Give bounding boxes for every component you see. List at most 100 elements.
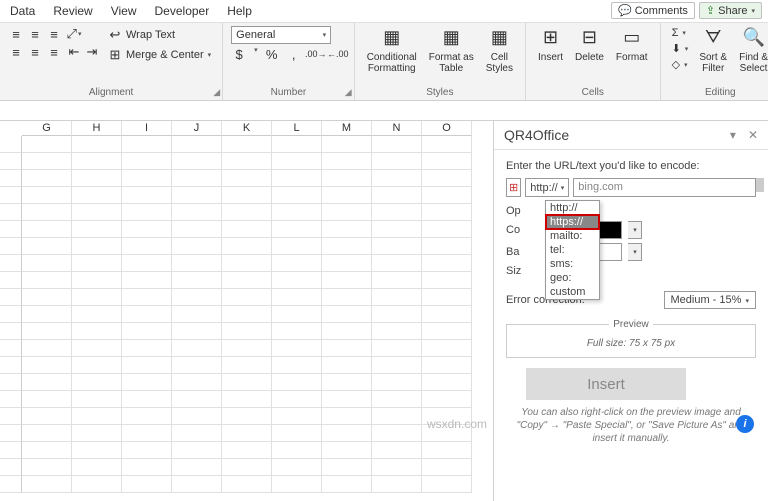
dropdown-option[interactable]: sms: bbox=[546, 257, 599, 271]
cell[interactable] bbox=[272, 408, 322, 425]
percent-icon[interactable]: % bbox=[264, 46, 280, 62]
cell[interactable] bbox=[22, 238, 72, 255]
dropdown-option[interactable]: geo: bbox=[546, 271, 599, 285]
wrap-text-button[interactable]: ↩Wrap Text bbox=[104, 26, 214, 44]
merge-center-button[interactable]: ⊞Merge & Center▾ bbox=[104, 46, 214, 64]
cell[interactable] bbox=[422, 323, 472, 340]
cell[interactable] bbox=[122, 187, 172, 204]
delete-cells-button[interactable]: ⊟Delete bbox=[571, 26, 608, 65]
cell[interactable] bbox=[272, 357, 322, 374]
comma-icon[interactable]: , bbox=[286, 46, 302, 62]
cell[interactable] bbox=[222, 425, 272, 442]
cell[interactable] bbox=[172, 187, 222, 204]
cell[interactable] bbox=[72, 323, 122, 340]
cell[interactable] bbox=[122, 476, 172, 493]
cell[interactable] bbox=[72, 459, 122, 476]
cell[interactable] bbox=[22, 357, 72, 374]
share-button[interactable]: ⇪Share▾ bbox=[699, 2, 762, 19]
ecc-select[interactable]: Medium - 15% ▾ bbox=[664, 291, 757, 309]
cell[interactable] bbox=[372, 204, 422, 221]
cell[interactable] bbox=[72, 170, 122, 187]
cell[interactable] bbox=[272, 459, 322, 476]
cell[interactable] bbox=[322, 187, 372, 204]
menu-view[interactable]: View bbox=[111, 4, 137, 18]
cell[interactable] bbox=[222, 323, 272, 340]
align-bot-icon[interactable]: ≡ bbox=[46, 26, 62, 42]
cell[interactable] bbox=[72, 187, 122, 204]
column-header[interactable]: M bbox=[322, 121, 372, 136]
color-picker-button[interactable]: ▾ bbox=[628, 243, 642, 261]
cell[interactable] bbox=[322, 289, 372, 306]
pane-close-button[interactable]: ✕ bbox=[748, 128, 758, 142]
align-top-icon[interactable]: ≡ bbox=[8, 26, 24, 42]
cell[interactable] bbox=[172, 153, 222, 170]
cell[interactable] bbox=[272, 187, 322, 204]
cell[interactable] bbox=[22, 340, 72, 357]
cell[interactable] bbox=[222, 391, 272, 408]
cell[interactable] bbox=[422, 340, 472, 357]
cell[interactable] bbox=[272, 425, 322, 442]
cell[interactable] bbox=[372, 442, 422, 459]
indent-dec-icon[interactable]: ⇤ bbox=[66, 44, 82, 60]
cell[interactable] bbox=[422, 374, 472, 391]
align-right-icon[interactable]: ≡ bbox=[46, 44, 62, 60]
dropdown-option[interactable]: tel: bbox=[546, 243, 599, 257]
cell[interactable] bbox=[72, 442, 122, 459]
cell[interactable] bbox=[122, 204, 172, 221]
cell[interactable] bbox=[272, 476, 322, 493]
cell[interactable] bbox=[322, 170, 372, 187]
format-cells-button[interactable]: ▭Format bbox=[612, 26, 652, 65]
cell[interactable] bbox=[372, 408, 422, 425]
cell[interactable] bbox=[22, 425, 72, 442]
cell[interactable] bbox=[322, 340, 372, 357]
cell[interactable] bbox=[172, 391, 222, 408]
cell[interactable] bbox=[172, 340, 222, 357]
cell[interactable] bbox=[422, 289, 472, 306]
cell[interactable] bbox=[372, 306, 422, 323]
cell[interactable] bbox=[22, 476, 72, 493]
dec-decimal-icon[interactable]: ←.00 bbox=[330, 46, 346, 62]
cell[interactable] bbox=[272, 374, 322, 391]
cell[interactable] bbox=[272, 153, 322, 170]
column-header[interactable]: O bbox=[422, 121, 472, 136]
cell[interactable] bbox=[172, 255, 222, 272]
comments-button[interactable]: 💬Comments bbox=[611, 2, 695, 19]
cell[interactable] bbox=[172, 170, 222, 187]
cell[interactable] bbox=[322, 323, 372, 340]
cell[interactable] bbox=[72, 374, 122, 391]
cell[interactable] bbox=[372, 425, 422, 442]
cell[interactable] bbox=[122, 442, 172, 459]
cell[interactable] bbox=[222, 272, 272, 289]
cell[interactable] bbox=[22, 306, 72, 323]
cell[interactable] bbox=[122, 238, 172, 255]
cell[interactable] bbox=[22, 442, 72, 459]
dropdown-option[interactable]: http:// bbox=[546, 201, 599, 215]
cell[interactable] bbox=[222, 255, 272, 272]
cell[interactable] bbox=[72, 153, 122, 170]
cell[interactable] bbox=[422, 476, 472, 493]
cell[interactable] bbox=[422, 459, 472, 476]
cell[interactable] bbox=[122, 255, 172, 272]
cell[interactable] bbox=[22, 374, 72, 391]
cell[interactable] bbox=[22, 170, 72, 187]
autosum-button[interactable]: Σ▾ bbox=[669, 26, 692, 40]
cell[interactable] bbox=[322, 221, 372, 238]
find-select-button[interactable]: 🔍Find & Select bbox=[735, 26, 768, 76]
pane-menu-button[interactable]: ▾ bbox=[730, 128, 736, 142]
cell[interactable] bbox=[222, 357, 272, 374]
cell[interactable] bbox=[172, 238, 222, 255]
cell[interactable] bbox=[422, 391, 472, 408]
cell[interactable] bbox=[172, 459, 222, 476]
insert-cells-button[interactable]: ⊞Insert bbox=[534, 26, 567, 65]
cell[interactable] bbox=[322, 153, 372, 170]
column-header[interactable]: H bbox=[72, 121, 122, 136]
cell[interactable] bbox=[322, 306, 372, 323]
clear-button[interactable]: ◇▾ bbox=[669, 57, 692, 72]
cell[interactable] bbox=[122, 272, 172, 289]
cell[interactable] bbox=[422, 255, 472, 272]
format-table-button[interactable]: ▦Format as Table bbox=[425, 26, 478, 76]
cell[interactable] bbox=[172, 425, 222, 442]
cell[interactable] bbox=[222, 374, 272, 391]
cell[interactable] bbox=[272, 323, 322, 340]
cell[interactable] bbox=[422, 238, 472, 255]
